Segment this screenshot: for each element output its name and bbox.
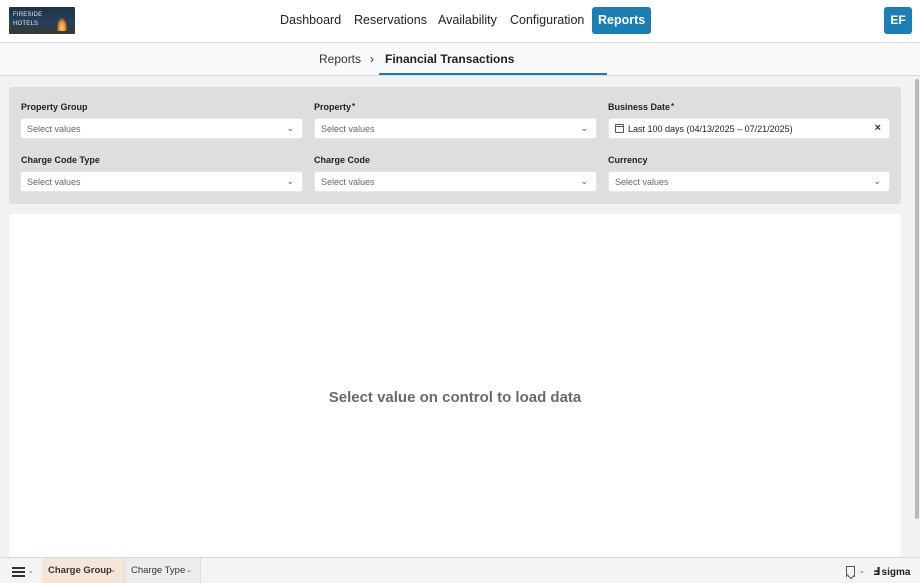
chevron-down-icon[interactable]: ⌄	[28, 567, 34, 575]
charge-code-type-select[interactable]: Select values ⌄	[20, 171, 303, 192]
nav-item-reports[interactable]: Reports	[592, 7, 652, 34]
breadcrumb: Reports › Financial Transactions	[0, 43, 920, 76]
required-marker: *	[352, 102, 356, 111]
chevron-down-icon: ⌄	[110, 567, 116, 574]
filter-label-charge-code: Charge Code	[314, 155, 371, 165]
breadcrumb-current-page: Financial Transactions	[385, 52, 515, 66]
breadcrumb-separator: ›	[370, 52, 374, 66]
filter-label-currency: Currency	[608, 155, 648, 165]
top-navigation-bar: FIRESIDE HOTELS Dashboard Reservations A…	[0, 0, 920, 43]
property-group-select[interactable]: Select values ⌄	[20, 118, 303, 139]
chevron-down-icon: ⌄	[186, 567, 192, 574]
page-tab-charge-group[interactable]: Charge Group ⌄	[42, 558, 124, 583]
property-placeholder: Select values	[321, 124, 375, 134]
property-group-placeholder: Select values	[27, 124, 81, 134]
nav-item-configuration[interactable]: Configuration	[510, 7, 584, 34]
chevron-down-icon[interactable]: ⌄	[859, 567, 865, 575]
sigma-logo[interactable]: Ⅎsigma	[873, 565, 910, 578]
sigma-icon: Ⅎ	[873, 566, 881, 578]
chevron-down-icon: ⌄	[873, 176, 881, 186]
page-tab-charge-type[interactable]: Charge Type ⌄	[124, 558, 201, 583]
currency-placeholder: Select values	[615, 177, 669, 187]
clear-icon[interactable]: ×	[875, 122, 881, 134]
calendar-icon	[615, 124, 624, 133]
filter-label-business-date: Business Date*	[608, 102, 675, 112]
bookmark-icon[interactable]	[846, 566, 855, 577]
bottom-page-bar: ⌄ Charge Group ⌄ Charge Type ⌄ ⌄ Ⅎsigma	[0, 557, 920, 583]
required-marker: *	[671, 102, 675, 111]
chevron-down-icon: ⌄	[286, 123, 294, 133]
active-page-underline	[379, 73, 607, 75]
property-select[interactable]: Select values ⌄	[314, 118, 597, 139]
filter-label-charge-code-type: Charge Code Type	[21, 155, 100, 165]
chevron-down-icon: ⌄	[580, 123, 588, 133]
chevron-down-icon: ⌄	[580, 176, 588, 186]
business-date-picker[interactable]: Last 100 days (04/13/2025 – 07/21/2025) …	[608, 118, 890, 139]
logo-text: FIRESIDE HOTELS	[13, 12, 43, 27]
nav-item-availability[interactable]: Availability	[438, 7, 497, 34]
chevron-down-icon: ⌄	[286, 176, 294, 186]
nav-item-dashboard[interactable]: Dashboard	[280, 7, 341, 34]
charge-code-select[interactable]: Select values ⌄	[314, 171, 597, 192]
business-date-value: Last 100 days (04/13/2025 – 07/21/2025)	[628, 124, 793, 134]
charge-code-placeholder: Select values	[321, 177, 375, 187]
report-content-area: Select value on control to load data	[9, 214, 901, 557]
fireside-hotels-logo[interactable]: FIRESIDE HOTELS	[9, 7, 75, 34]
filter-panel: Property Group Select values ⌄ Property*…	[9, 87, 901, 204]
breadcrumb-reports[interactable]: Reports	[319, 52, 361, 66]
filter-label-property: Property*	[314, 102, 356, 112]
page-scrollbar[interactable]	[914, 77, 920, 557]
filter-label-property-group: Property Group	[21, 102, 88, 112]
user-avatar[interactable]: EF	[884, 7, 912, 34]
currency-select[interactable]: Select values ⌄	[608, 171, 890, 192]
campfire-icon	[57, 18, 67, 31]
scrollbar-thumb[interactable]	[915, 79, 919, 519]
charge-code-type-placeholder: Select values	[27, 177, 81, 187]
nav-item-reservations[interactable]: Reservations	[354, 7, 427, 34]
empty-state-message: Select value on control to load data	[328, 389, 582, 406]
menu-icon[interactable]	[12, 567, 25, 577]
